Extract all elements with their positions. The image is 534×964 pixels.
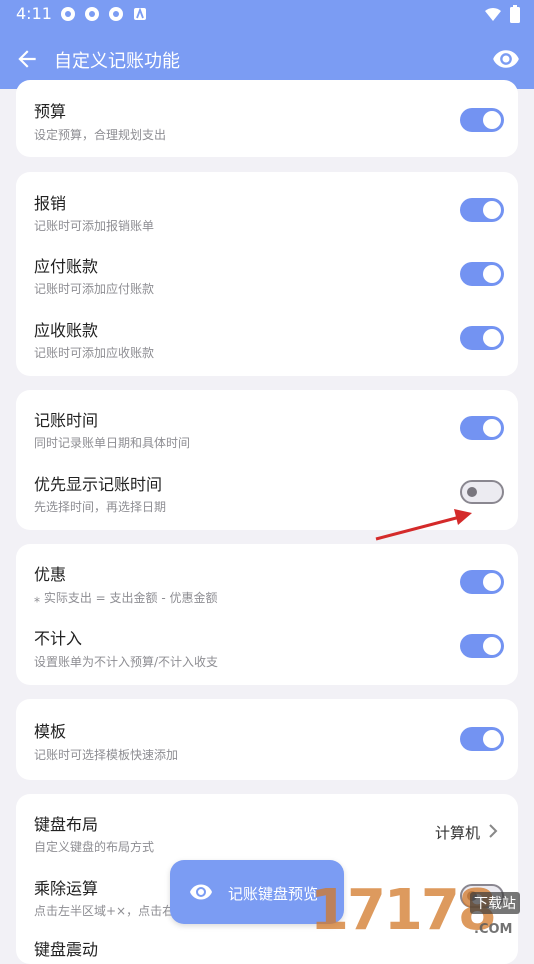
setting-title: 优先显示记账时间	[34, 475, 163, 494]
time-first-toggle[interactable]	[460, 480, 504, 504]
toggle-knob	[483, 419, 501, 437]
setting-subtitle: 设定预算，合理规划支出	[34, 128, 167, 142]
watermark-number: 17178	[310, 878, 497, 943]
setting-row-reimburse[interactable]: 报销 记账时可添加报销账单	[16, 172, 518, 236]
status-bar: 4:11	[0, 0, 534, 28]
setting-row-budget[interactable]: 预算 设定预算，合理规划支出	[16, 80, 518, 157]
setting-subtitle: 记账时可添加应付账款	[34, 282, 155, 296]
value-label: 计算机	[434, 824, 480, 842]
notification-icon	[60, 6, 76, 22]
reimburse-toggle[interactable]	[460, 198, 504, 222]
setting-title: 键盘布局	[34, 815, 99, 834]
keyboard-layout-value[interactable]: 计算机	[435, 822, 498, 843]
setting-title: 报销	[34, 194, 67, 213]
card-discount: 优惠 ⁎ 实际支出 = 支出金额 - 优惠金额 不计入 设置账单为不计入预算/不…	[16, 544, 518, 685]
notification-icon	[84, 6, 100, 22]
app-notification-icon	[132, 6, 148, 22]
toggle-knob	[483, 111, 501, 129]
setting-subtitle: 先选择时间，再选择日期	[34, 500, 167, 514]
card-accounts: 报销 记账时可添加报销账单 应付账款 记账时可添加应付账款 应收账款 记账时可添…	[16, 172, 518, 376]
template-toggle[interactable]	[460, 727, 504, 751]
budget-toggle[interactable]	[460, 108, 504, 132]
toggle-knob	[483, 573, 501, 591]
setting-subtitle: 同时记录账单日期和具体时间	[34, 436, 191, 450]
setting-title: 应收账款	[34, 321, 99, 340]
setting-title: 优惠	[34, 565, 67, 584]
toggle-knob	[483, 201, 501, 219]
setting-subtitle: 设置账单为不计入预算/不计入收支	[34, 655, 219, 669]
setting-row-discount[interactable]: 优惠 ⁎ 实际支出 = 支出金额 - 优惠金额	[16, 544, 518, 608]
setting-row-keyboard-layout[interactable]: 键盘布局 自定义键盘的布局方式 计算机	[16, 794, 518, 858]
setting-row-payable[interactable]: 应付账款 记账时可添加应付账款	[16, 236, 518, 300]
setting-subtitle: 记账时可添加报销账单	[34, 219, 155, 233]
exclude-toggle[interactable]	[460, 634, 504, 658]
card-budget: 预算 设定预算，合理规划支出	[16, 80, 518, 157]
preview-label: 记账键盘预览	[228, 885, 319, 903]
toggle-knob	[483, 265, 501, 283]
setting-subtitle: 记账时可选择模板快速添加	[34, 748, 179, 762]
setting-row-record-time[interactable]: 记账时间 同时记录账单日期和具体时间	[16, 390, 518, 454]
setting-row-receivable[interactable]: 应收账款 记账时可添加应收账款	[16, 300, 518, 364]
toggle-knob	[483, 329, 501, 347]
setting-title: 模板	[34, 722, 67, 741]
setting-row-template[interactable]: 模板 记账时可选择模板快速添加	[16, 699, 518, 780]
setting-subtitle: 记账时可添加应收账款	[34, 346, 155, 360]
page-title: 自定义记账功能	[54, 51, 180, 72]
discount-toggle[interactable]	[460, 570, 504, 594]
notification-icons	[60, 6, 148, 22]
wifi-icon	[484, 6, 502, 26]
toggle-knob	[467, 487, 477, 497]
back-arrow-icon[interactable]	[14, 46, 40, 72]
setting-subtitle: ⁎ 实际支出 = 支出金额 - 优惠金额	[34, 591, 218, 605]
watermark-badge: 下载站	[470, 892, 520, 914]
setting-subtitle: 点击左半区域+×，点击右	[34, 904, 175, 918]
receivable-toggle[interactable]	[460, 326, 504, 350]
record-time-toggle[interactable]	[460, 416, 504, 440]
toggle-knob	[483, 637, 501, 655]
status-right	[484, 5, 520, 27]
setting-row-exclude[interactable]: 不计入 设置账单为不计入预算/不计入收支	[16, 608, 518, 672]
card-template: 模板 记账时可选择模板快速添加	[16, 699, 518, 780]
setting-title: 乘除运算	[34, 879, 99, 898]
chevron-right-icon	[488, 823, 498, 842]
setting-title: 预算	[34, 102, 67, 121]
toggle-knob	[483, 730, 501, 748]
eye-icon[interactable]	[492, 45, 520, 73]
status-time: 4:11	[16, 4, 52, 23]
setting-title: 应付账款	[34, 257, 99, 276]
annotation-arrow	[375, 509, 472, 541]
battery-icon	[510, 5, 520, 27]
setting-title: 键盘震动	[34, 940, 99, 959]
watermark-domain: .COM	[474, 922, 513, 937]
setting-title: 不计入	[34, 629, 83, 648]
setting-title: 记账时间	[34, 411, 99, 430]
notification-icon	[108, 6, 124, 22]
payable-toggle[interactable]	[460, 262, 504, 286]
eye-icon	[188, 880, 214, 904]
setting-subtitle: 自定义键盘的布局方式	[34, 840, 155, 854]
